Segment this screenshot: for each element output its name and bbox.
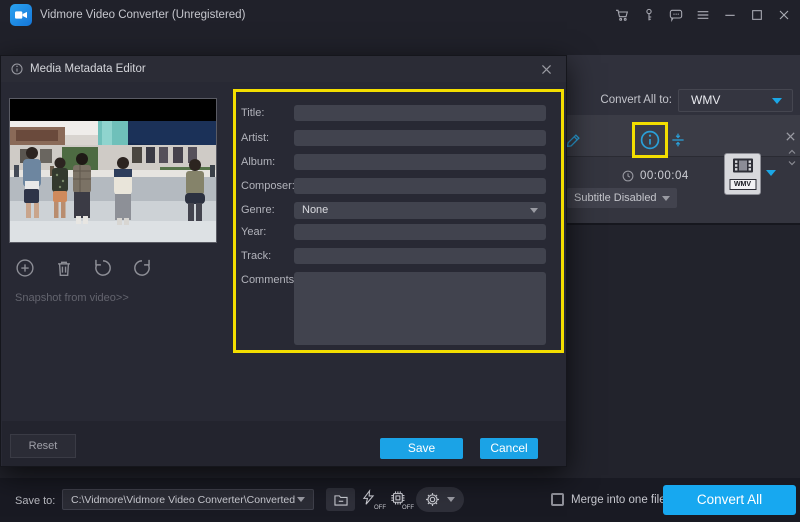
comments-label: Comments: <box>241 274 297 286</box>
add-icon[interactable] <box>14 257 36 279</box>
chevron-down-icon <box>662 196 670 201</box>
save-to-label: Save to: <box>15 495 55 507</box>
remove-file-icon[interactable] <box>784 130 797 143</box>
media-metadata-editor-dialog: Media Metadata Editor <box>0 55 567 467</box>
format-change-arrow-icon[interactable] <box>766 170 776 176</box>
maximize-icon[interactable] <box>749 7 765 23</box>
gpu-acceleration-button[interactable]: OFF <box>388 488 412 511</box>
hw-off-label: OFF <box>374 505 386 511</box>
year-input[interactable] <box>294 224 546 240</box>
edit-icon[interactable] <box>565 131 583 149</box>
key-icon[interactable] <box>641 7 657 23</box>
app-logo-icon <box>10 4 32 26</box>
clip-duration: 00:00:04 <box>640 170 689 182</box>
undo-icon[interactable] <box>92 257 114 279</box>
comments-textarea[interactable] <box>294 272 546 345</box>
title-label: Title: <box>241 107 264 119</box>
thumbnail-toolbar <box>14 257 153 279</box>
reset-button[interactable]: Reset <box>10 434 76 458</box>
subtitle-dropdown[interactable]: Subtitle Disabled <box>567 188 677 208</box>
composer-label: Composer: <box>241 180 295 192</box>
cart-icon[interactable] <box>614 7 630 23</box>
genre-select[interactable]: None <box>294 202 546 219</box>
dialog-title: Media Metadata Editor <box>30 63 146 75</box>
merge-checkbox[interactable] <box>551 493 564 506</box>
output-format-value: WMV <box>691 93 720 107</box>
album-input[interactable] <box>294 154 546 170</box>
clock-icon <box>621 169 635 183</box>
delete-icon[interactable] <box>53 257 75 279</box>
redo-icon[interactable] <box>131 257 153 279</box>
subtitle-value: Subtitle Disabled <box>574 192 657 204</box>
chevron-down-icon <box>297 497 305 502</box>
track-label: Track: <box>241 250 271 262</box>
hardware-acceleration-button[interactable]: OFF <box>360 488 384 511</box>
output-format-icon[interactable]: WMV <box>724 153 761 195</box>
video-thumbnail <box>9 98 217 243</box>
artist-label: Artist: <box>241 132 269 144</box>
dialog-close-icon[interactable] <box>540 63 553 76</box>
open-folder-button[interactable] <box>326 488 355 511</box>
genre-value: None <box>302 204 328 216</box>
vidmore-app-window: Vidmore Video Converter (Unregistered) C… <box>0 0 800 522</box>
genre-label: Genre: <box>241 204 275 216</box>
title-input[interactable] <box>294 105 546 121</box>
save-button[interactable]: Save <box>380 438 463 459</box>
gear-icon <box>424 491 441 508</box>
info-icon[interactable] <box>638 128 662 152</box>
save-path-value: C:\Vidmore\Vidmore Video Converter\Conve… <box>71 494 295 506</box>
format-badge: WMV <box>729 179 756 190</box>
chevron-down-icon <box>772 98 782 104</box>
save-path-dropdown[interactable]: C:\Vidmore\Vidmore Video Converter\Conve… <box>62 489 314 510</box>
info-icon <box>10 62 24 76</box>
titlebar-controls <box>614 0 792 30</box>
output-format-dropdown[interactable]: WMV <box>678 89 793 112</box>
minimize-icon[interactable] <box>722 7 738 23</box>
chevron-down-icon <box>447 497 455 502</box>
window-title: Vidmore Video Converter (Unregistered) <box>40 9 245 21</box>
album-label: Album: <box>241 156 275 168</box>
track-input[interactable] <box>294 248 546 264</box>
merge-label: Merge into one file <box>571 494 666 506</box>
convert-all-button[interactable]: Convert All <box>663 485 796 515</box>
move-down-icon[interactable] <box>786 157 798 169</box>
convert-all-to-label: Convert All to: <box>576 94 672 106</box>
close-icon[interactable] <box>776 7 792 23</box>
mall-scene-image <box>10 121 216 242</box>
dialog-header: Media Metadata Editor <box>1 56 566 82</box>
year-label: Year: <box>241 226 266 238</box>
titlebar: Vidmore Video Converter (Unregistered) <box>0 0 800 30</box>
snapshot-from-video-link[interactable]: Snapshot from video>> <box>15 292 129 304</box>
compress-icon[interactable] <box>669 131 687 149</box>
artist-input[interactable] <box>294 130 546 146</box>
chevron-down-icon <box>530 208 538 213</box>
cancel-button[interactable]: Cancel <box>480 438 538 459</box>
settings-button[interactable] <box>416 487 464 512</box>
nav-tabs <box>0 30 800 55</box>
gpu-off-label: OFF <box>402 505 414 511</box>
feedback-icon[interactable] <box>668 7 684 23</box>
composer-input[interactable] <box>294 178 546 194</box>
menu-icon[interactable] <box>695 7 711 23</box>
